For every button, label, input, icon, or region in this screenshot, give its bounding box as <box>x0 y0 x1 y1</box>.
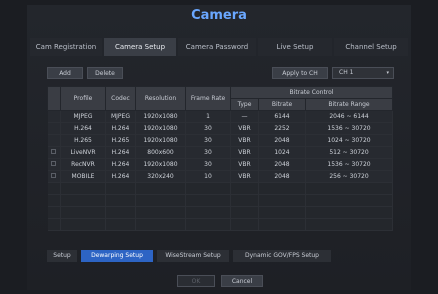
cell-bitrate[interactable]: 6144 <box>258 110 306 123</box>
cell-type[interactable]: VBR <box>230 122 259 135</box>
tab-channel-setup[interactable]: Channel Setup <box>334 38 408 56</box>
row-checkbox[interactable] <box>47 134 61 147</box>
row-checkbox[interactable] <box>47 110 61 123</box>
cell-bitrate-range: 256 ~ 30720 <box>305 170 394 183</box>
dynamic-gov-fps-setup-button[interactable]: Dynamic GOV/FPS Setup <box>233 250 331 262</box>
setup-button[interactable]: Setup <box>47 250 77 262</box>
select-all-header[interactable] <box>47 86 61 111</box>
dewarping-setup-button[interactable]: Dewarping Setup <box>81 250 153 262</box>
checkbox-icon[interactable] <box>51 161 57 166</box>
cell-profile: RecNVR <box>60 158 106 171</box>
cell-codec: H.264 <box>105 158 136 171</box>
header-bitrate-range: Bitrate Range <box>304 98 394 111</box>
cell-frame-rate[interactable]: 30 <box>185 122 231 135</box>
cell-profile: H.264 <box>60 122 106 135</box>
cell-codec: H.264 <box>105 122 136 135</box>
header-bitrate: Bitrate <box>258 98 306 111</box>
cell-type[interactable]: VBR <box>230 170 259 183</box>
cell-resolution[interactable]: 1920x1080 <box>135 110 186 123</box>
cell-type[interactable]: VBR <box>230 158 259 171</box>
tab-camera-password[interactable]: Camera Password <box>178 38 256 56</box>
toolbar: Add Delete Apply to CH CH 1 ▾ <box>27 67 411 79</box>
cell-type[interactable]: VBR <box>230 146 259 159</box>
header-profile: Profile <box>60 86 106 111</box>
cell-profile: MOBILE <box>60 170 106 183</box>
row-checkbox[interactable] <box>47 122 61 135</box>
ok-button[interactable]: OK <box>177 275 215 287</box>
delete-button[interactable]: Delete <box>87 67 123 79</box>
tab-cam-registration[interactable]: Cam Registration <box>30 38 102 56</box>
cell-bitrate-range: 1024 ~ 30720 <box>305 134 394 147</box>
checkbox-icon[interactable] <box>51 149 57 154</box>
header-resolution: Resolution <box>135 86 186 111</box>
add-button[interactable]: Add <box>47 67 83 79</box>
cell-codec: H.264 <box>105 146 136 159</box>
channel-select-value: CH 1 <box>339 69 354 76</box>
empty-row <box>47 194 394 207</box>
apply-to-channel-button[interactable]: Apply to CH <box>272 67 328 79</box>
table-row[interactable]: RecNVR H.264 1920x1080 30 VBR 2048 1536 … <box>47 158 394 171</box>
cell-resolution[interactable]: 800x600 <box>135 146 186 159</box>
header-frame-rate: Frame Rate <box>185 86 231 111</box>
wisestream-setup-button[interactable]: WiseStream Setup <box>157 250 229 262</box>
checkbox-icon[interactable] <box>51 173 57 178</box>
row-checkbox[interactable] <box>47 170 61 183</box>
cell-bitrate[interactable]: 2252 <box>258 122 306 135</box>
cell-profile: H.265 <box>60 134 106 147</box>
cell-type[interactable]: — <box>230 110 259 123</box>
channel-select[interactable]: CH 1 ▾ <box>332 67 394 79</box>
camera-dialog: Camera Cam Registration Camera Setup Cam… <box>27 5 411 290</box>
dialog-title: Camera <box>191 8 247 23</box>
chevron-down-icon: ▾ <box>386 70 389 76</box>
cell-profile: MJPEG <box>60 110 106 123</box>
cell-bitrate-range: 1536 ~ 30720 <box>305 158 394 171</box>
bottom-tab-bar: Setup Dewarping Setup WiseStream Setup D… <box>27 250 411 262</box>
table-row[interactable]: H.265 H.265 1920x1080 30 VBR 2048 1024 ~… <box>47 134 394 147</box>
table-row[interactable]: MOBILE H.264 320x240 10 VBR 2048 256 ~ 3… <box>47 170 394 183</box>
tab-camera-setup[interactable]: Camera Setup <box>104 38 176 56</box>
dialog-footer: OK Cancel <box>27 275 411 287</box>
cell-frame-rate[interactable]: 1 <box>185 110 231 123</box>
header-codec: Codec <box>105 86 136 111</box>
cell-bitrate-range: 512 ~ 30720 <box>305 146 394 159</box>
row-checkbox[interactable] <box>47 158 61 171</box>
cell-bitrate-range: 1536 ~ 30720 <box>305 122 394 135</box>
cell-frame-rate[interactable]: 30 <box>185 146 231 159</box>
cell-bitrate[interactable]: 1024 <box>258 146 306 159</box>
cancel-button[interactable]: Cancel <box>221 275 263 287</box>
cell-bitrate[interactable]: 2048 <box>258 170 306 183</box>
profile-table: Profile Codec Resolution Frame Rate Bitr… <box>47 86 394 231</box>
cell-resolution[interactable]: 1920x1080 <box>135 134 186 147</box>
tab-live-setup[interactable]: Live Setup <box>258 38 332 56</box>
empty-row <box>47 182 394 195</box>
row-checkbox[interactable] <box>47 146 61 159</box>
cell-resolution[interactable]: 1920x1080 <box>135 122 186 135</box>
cell-frame-rate[interactable]: 30 <box>185 158 231 171</box>
cell-resolution[interactable]: 320x240 <box>135 170 186 183</box>
cell-bitrate-range: 2046 ~ 6144 <box>305 110 394 123</box>
cell-bitrate[interactable]: 2048 <box>258 134 306 147</box>
header-type: Type <box>230 98 259 111</box>
empty-row <box>47 206 394 219</box>
header-bitrate-control: Bitrate Control <box>229 86 394 99</box>
cell-bitrate[interactable]: 2048 <box>258 158 306 171</box>
cell-frame-rate[interactable]: 10 <box>185 170 231 183</box>
table-row[interactable]: LiveNVR H.264 800x600 30 VBR 1024 512 ~ … <box>47 146 394 159</box>
cell-resolution[interactable]: 1920x1080 <box>135 158 186 171</box>
cell-type[interactable]: VBR <box>230 134 259 147</box>
cell-frame-rate[interactable]: 30 <box>185 134 231 147</box>
cell-codec: MJPEG <box>105 110 136 123</box>
cell-codec: H.264 <box>105 170 136 183</box>
table-row[interactable]: H.264 H.264 1920x1080 30 VBR 2252 1536 ~… <box>47 122 394 135</box>
cell-profile: LiveNVR <box>60 146 106 159</box>
table-row[interactable]: MJPEG MJPEG 1920x1080 1 — 6144 2046 ~ 61… <box>47 110 394 123</box>
cell-codec: H.265 <box>105 134 136 147</box>
tab-bar: Cam Registration Camera Setup Camera Pas… <box>30 38 408 56</box>
empty-row <box>47 218 394 231</box>
